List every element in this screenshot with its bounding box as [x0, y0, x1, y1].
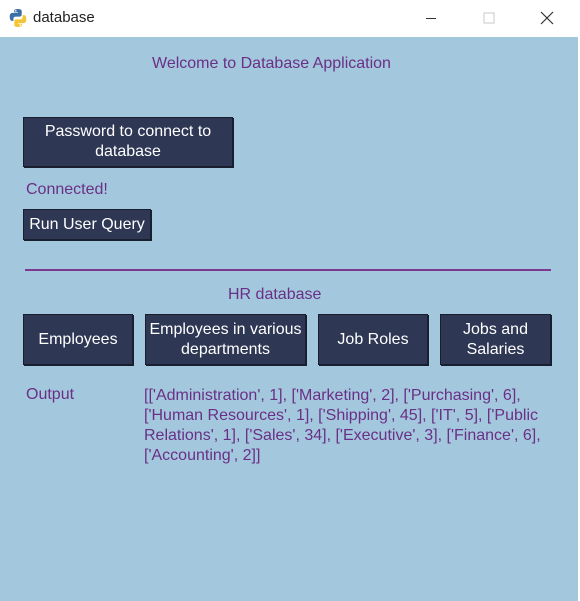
output-label: Output: [26, 386, 75, 403]
close-button[interactable]: [518, 0, 576, 36]
window-title: database: [33, 9, 95, 26]
app-content: Welcome to Database Application Password…: [0, 37, 578, 601]
close-icon: [540, 11, 554, 25]
minimize-icon: [425, 12, 437, 24]
connection-status: Connected!: [26, 181, 108, 198]
employees-button[interactable]: Employees: [23, 314, 133, 365]
hr-section-title: HR database: [228, 286, 322, 303]
app-window: database Welcome to Database Application…: [0, 0, 580, 601]
maximize-icon: [483, 12, 495, 24]
maximize-button[interactable]: [460, 0, 518, 36]
output-value: [['Administration', 1], ['Marketing', 2]…: [144, 387, 541, 464]
run-user-query-button[interactable]: Run User Query: [23, 209, 151, 240]
employees-departments-button[interactable]: Employees in various departments: [145, 314, 306, 365]
connect-password-button[interactable]: Password to connect to database: [23, 117, 233, 167]
title-bar[interactable]: database: [0, 0, 578, 36]
minimize-button[interactable]: [402, 0, 460, 36]
python-icon: [8, 8, 28, 28]
welcome-heading: Welcome to Database Application: [152, 55, 391, 72]
section-divider: [25, 269, 551, 271]
jobs-salaries-button[interactable]: Jobs and Salaries: [440, 314, 551, 365]
job-roles-button[interactable]: Job Roles: [318, 314, 428, 365]
